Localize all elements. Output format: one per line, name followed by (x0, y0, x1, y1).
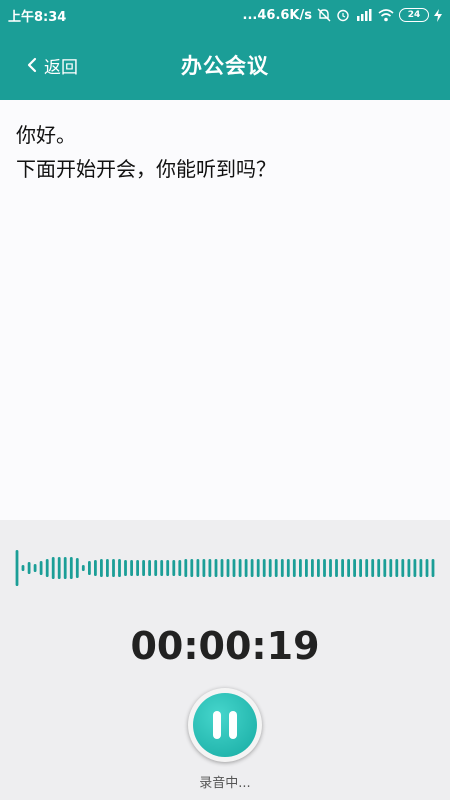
waveform-bar (94, 560, 97, 576)
alarm-icon (336, 8, 350, 22)
waveform-bar (57, 557, 61, 579)
waveform-bar (21, 565, 25, 571)
recording-timer: 00:00:19 (130, 624, 320, 668)
waveform-bar (124, 560, 127, 576)
waveform-bar (401, 559, 405, 577)
waveform-bar (196, 559, 200, 577)
waveform-bar (359, 559, 362, 577)
waveform-bar (280, 559, 284, 577)
waveform-bar (39, 561, 43, 575)
waveform-bar (142, 560, 145, 576)
mute-icon (317, 8, 331, 22)
network-speed: ...46.6K/s (242, 7, 312, 23)
waveform-bar (262, 559, 266, 577)
waveform-bar (238, 559, 242, 577)
waveform-bar (69, 557, 73, 579)
waveform-bar (226, 559, 230, 577)
battery-icon: 24 (399, 8, 429, 22)
waveform-bar (214, 559, 218, 577)
waveform-bar (81, 565, 85, 571)
status-icons: ...46.6K/s 24 (243, 8, 442, 23)
battery-level: 24 (407, 10, 421, 20)
charging-icon (434, 8, 442, 22)
waveform-bar (268, 559, 272, 577)
waveform-bar (88, 561, 91, 575)
hd-signal-icon (355, 8, 373, 22)
waveform-bar (160, 560, 164, 576)
waveform-bar (311, 559, 314, 577)
waveform-bar (292, 559, 296, 577)
waveform-bar (323, 559, 326, 577)
waveform-bar (256, 559, 260, 577)
waveform-bar (166, 560, 170, 576)
waveform-bar (190, 559, 194, 577)
transcript-line: 你好。 (16, 123, 76, 147)
waveform-bar (299, 559, 302, 577)
waveform-bar (118, 559, 121, 577)
waveform-bar (148, 560, 151, 576)
waveform-bar (178, 560, 182, 576)
waveform-bar (305, 559, 308, 577)
waveform-bar (154, 560, 158, 576)
waveform-bar (208, 559, 212, 577)
waveform-bar (371, 559, 375, 577)
waveform-bar (353, 559, 356, 577)
waveform-bar (365, 559, 369, 577)
waveform-bar (389, 559, 393, 577)
pause-icon (193, 693, 257, 757)
waveform-bar (347, 559, 350, 577)
waveform-bar (184, 559, 188, 577)
waveform-bar (335, 559, 338, 577)
waveform-bar (377, 559, 381, 577)
waveform-bar (130, 560, 133, 576)
waveform-bar (341, 559, 344, 577)
waveform-bar (407, 559, 411, 577)
transcript-area: 你好。 下面开始开会，你能听到吗？ (0, 100, 450, 520)
waveform-bar (317, 559, 320, 577)
waveform-bar (112, 559, 115, 577)
waveform-bar (75, 558, 79, 578)
waveform-bar (45, 559, 49, 577)
waveform (15, 550, 435, 586)
pause-button[interactable] (188, 688, 262, 762)
waveform-bar (33, 564, 37, 572)
waveform-bar (425, 559, 429, 577)
transcript-line: 下面开始开会，你能听到吗？ (16, 157, 276, 181)
waveform-bar (413, 559, 417, 577)
waveform-bar (395, 559, 399, 577)
waveform-bar (136, 560, 139, 576)
status-time: 上午8:34 (8, 9, 67, 25)
waveform-bar (15, 550, 19, 586)
waveform-bar (419, 559, 423, 577)
waveform-bar (106, 559, 109, 577)
waveform-bar (274, 559, 278, 577)
page-title: 办公会议 (181, 54, 269, 78)
recording-status: 录音中... (199, 776, 251, 791)
waveform-bar (431, 559, 435, 577)
waveform-bar (383, 559, 387, 577)
app-bar: 返回 办公会议 (0, 30, 450, 100)
wifi-icon (378, 8, 394, 22)
waveform-bar (202, 559, 206, 577)
waveform-bar (63, 557, 67, 579)
waveform-bar (244, 559, 248, 577)
waveform-bar (51, 557, 55, 579)
waveform-bar (172, 560, 176, 576)
waveform-bar (27, 562, 31, 574)
waveform-bar (250, 559, 254, 577)
waveform-bar (220, 559, 224, 577)
waveform-bar (286, 559, 290, 577)
waveform-bar (232, 559, 236, 577)
waveform-bar (329, 559, 332, 577)
status-bar: 上午8:34 ...46.6K/s 24 (0, 0, 450, 30)
waveform-bar (100, 559, 103, 577)
